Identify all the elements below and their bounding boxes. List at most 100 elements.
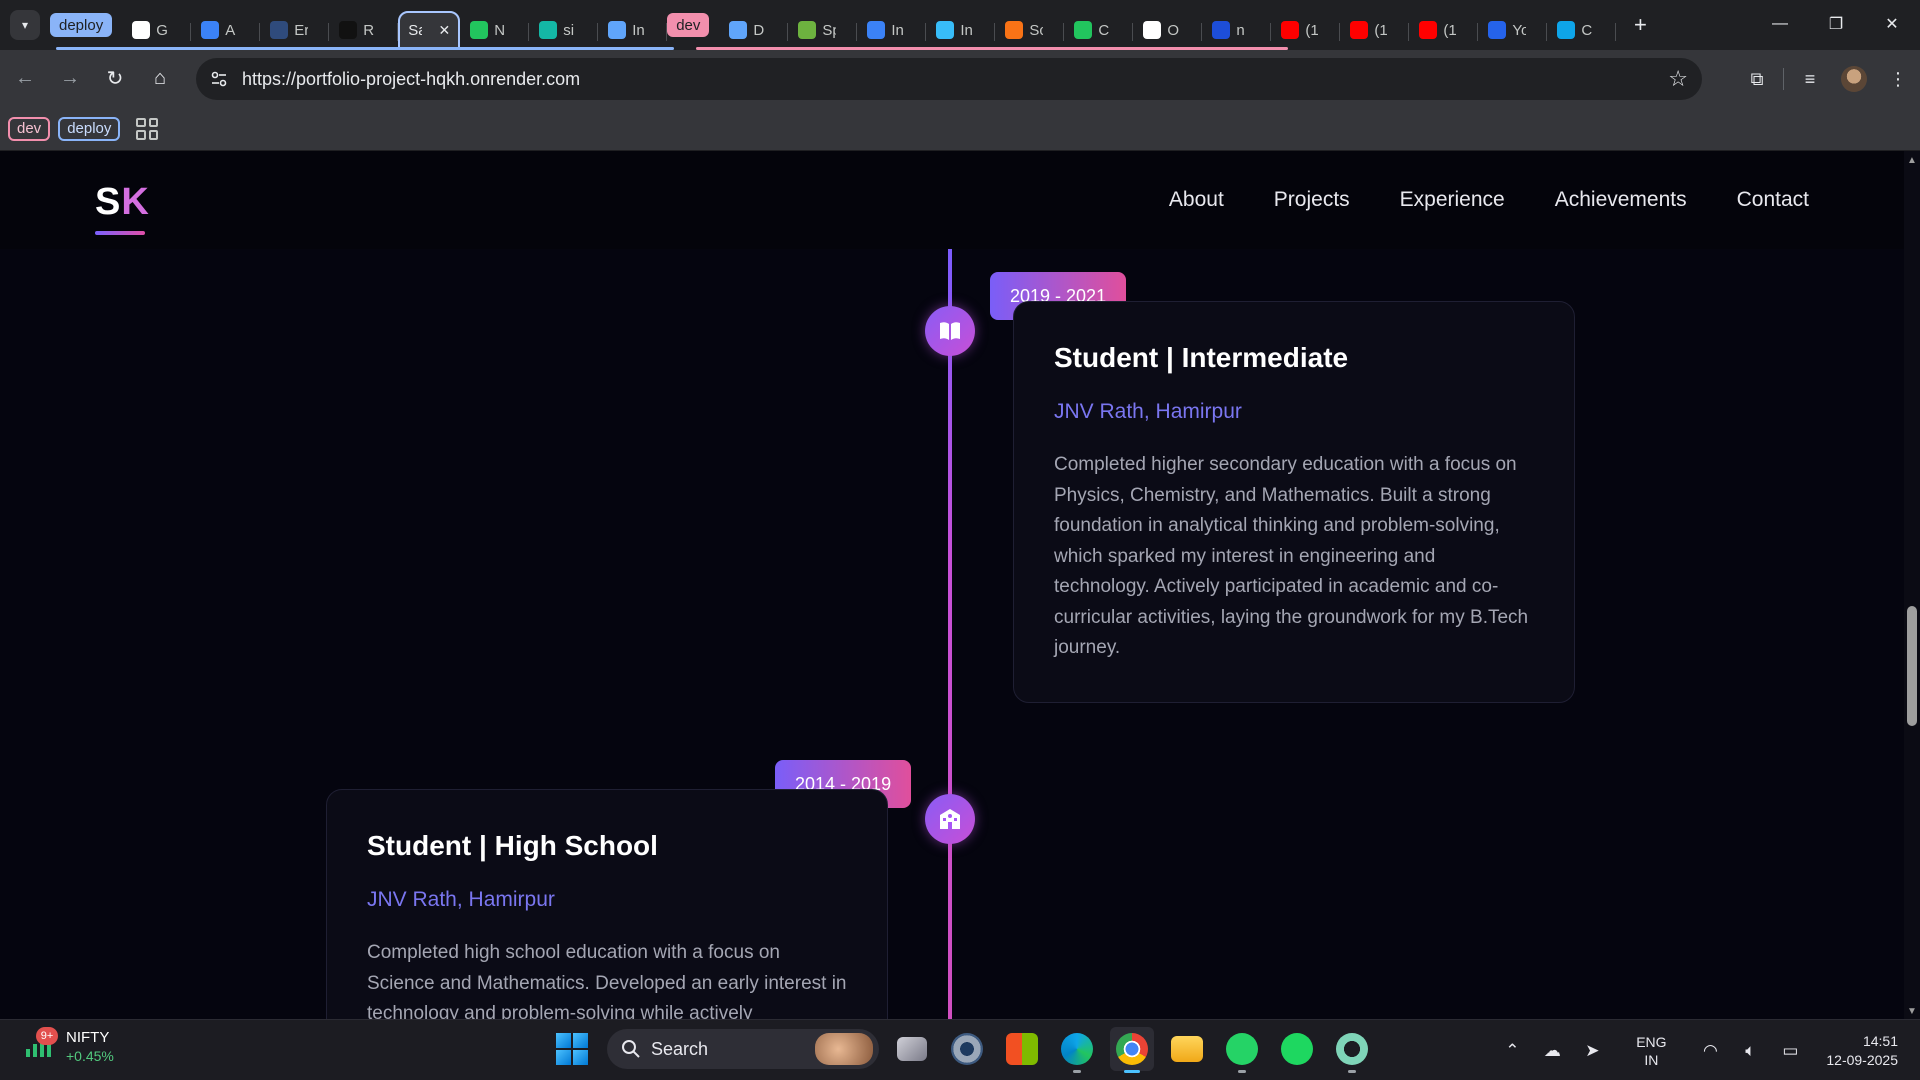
wifi-button[interactable]: ◠ <box>1690 1041 1730 1061</box>
chrome-app[interactable] <box>1110 1027 1154 1073</box>
tab[interactable]: D <box>719 11 789 49</box>
chatgpt-app[interactable] <box>1330 1027 1374 1073</box>
edge-icon <box>1061 1033 1093 1065</box>
tab-title: D <box>753 21 765 39</box>
tab[interactable]: C <box>1547 11 1617 49</box>
card-title: Student | Intermediate <box>1054 342 1349 373</box>
language-indicator[interactable]: ENG IN <box>1626 1033 1676 1069</box>
bookmark-star-icon[interactable]: ☆ <box>1668 66 1688 92</box>
tab-title: C <box>1098 21 1110 39</box>
close-tab-icon[interactable]: ✕ <box>438 22 450 39</box>
tab[interactable]: n <box>1202 11 1272 49</box>
nav-projects[interactable]: Projects <box>1274 188 1350 212</box>
page-scrollbar[interactable]: ▲ ▼ <box>1904 151 1920 1019</box>
settings-app[interactable] <box>945 1027 989 1071</box>
media-controls-button[interactable]: ≡ <box>1788 58 1832 100</box>
nav-experience[interactable]: Experience <box>1400 188 1505 212</box>
tab[interactable]: (1 <box>1409 11 1479 49</box>
notification-badge: 9+ <box>36 1027 58 1045</box>
tab[interactable]: In <box>926 11 996 49</box>
new-tab-button[interactable]: + <box>1626 11 1654 39</box>
canva-icon <box>1557 21 1576 39</box>
back-button[interactable]: ← <box>5 59 45 99</box>
tab-title: (1 <box>1374 21 1388 39</box>
tab[interactable]: N <box>460 11 530 49</box>
forward-button[interactable]: → <box>50 59 90 99</box>
apps-grid-icon[interactable] <box>136 117 159 140</box>
home-button[interactable]: ⌂ <box>140 59 180 99</box>
tab[interactable]: G <box>122 11 192 49</box>
tab[interactable]: C <box>1064 11 1134 49</box>
location-button[interactable]: ➤ <box>1572 1041 1612 1061</box>
youtube-icon <box>1281 21 1300 39</box>
bookmark-folder-deploy[interactable]: deploy <box>58 116 121 141</box>
tab-title: (1 <box>1443 21 1457 39</box>
nav-contact[interactable]: Contact <box>1737 188 1809 212</box>
taskbar-search[interactable]: Search <box>607 1029 879 1069</box>
clock[interactable]: 14:51 12-09-2025 <box>1826 1032 1898 1070</box>
tailwind-icon <box>936 21 955 39</box>
tab[interactable]: A <box>191 11 261 49</box>
stock-widget[interactable]: 9+ NIFTY +0.45% <box>24 1027 114 1066</box>
url-text[interactable]: https://portfolio-project-hqkh.onrender.… <box>242 69 580 90</box>
tab[interactable]: R <box>329 11 399 49</box>
site-logo[interactable]: SK <box>95 181 150 224</box>
scrollbar-thumb[interactable] <box>1907 606 1917 726</box>
bookmark-folder-dev[interactable]: dev <box>8 116 51 141</box>
tab[interactable]: In <box>857 11 927 49</box>
language-code: ENG <box>1636 1033 1667 1050</box>
menu-button[interactable]: ⋮ <box>1876 58 1920 100</box>
edge-app[interactable] <box>1055 1027 1099 1073</box>
tab-search-button[interactable]: ▾ <box>10 10 40 40</box>
chatgpt-icon <box>1336 1033 1368 1065</box>
start-button[interactable] <box>556 1033 588 1065</box>
location-arrow-icon: ➤ <box>1585 1040 1600 1060</box>
tab[interactable]: Er <box>260 11 330 49</box>
tab[interactable]: si <box>529 11 599 49</box>
wifi-icon: ◠ <box>1702 1040 1718 1060</box>
show-hidden-icons-button[interactable]: ⌃ <box>1492 1041 1532 1061</box>
clock-date: 12-09-2025 <box>1826 1051 1898 1068</box>
address-bar[interactable]: https://portfolio-project-hqkh.onrender.… <box>196 58 1702 100</box>
whatsapp-app[interactable] <box>1220 1027 1264 1073</box>
close-window-button[interactable]: ✕ <box>1864 0 1920 48</box>
restore-button[interactable]: ❐ <box>1808 0 1864 48</box>
tab-active[interactable]: Sa ✕ <box>398 11 461 49</box>
battery-button[interactable]: ▭ <box>1770 1041 1810 1061</box>
spotify-app[interactable] <box>1275 1027 1319 1071</box>
tab[interactable]: Yo <box>1478 11 1548 49</box>
tab[interactable]: O <box>1133 11 1203 49</box>
tab[interactable]: Sc <box>995 11 1065 49</box>
task-view-app[interactable] <box>890 1027 934 1071</box>
tab-title: Sp <box>822 21 836 39</box>
tab[interactable]: (1 <box>1340 11 1410 49</box>
tab[interactable]: In <box>598 11 668 49</box>
circle-icon <box>1143 21 1162 39</box>
mongodb-leaf-icon <box>1074 21 1093 39</box>
nav-about[interactable]: About <box>1169 188 1224 212</box>
profile-button[interactable] <box>1832 58 1876 100</box>
minimize-button[interactable]: — <box>1752 0 1808 48</box>
scroll-up-icon[interactable]: ▲ <box>1907 155 1917 166</box>
extensions-button[interactable]: ⧉ <box>1735 58 1779 100</box>
file-explorer-app[interactable] <box>1165 1027 1209 1071</box>
tab[interactable]: (1 <box>1271 11 1341 49</box>
onedrive-button[interactable]: ☁ <box>1532 1041 1572 1061</box>
store-app[interactable] <box>1000 1027 1044 1071</box>
scroll-down-icon[interactable]: ▼ <box>1907 1006 1917 1017</box>
volume-button[interactable]: 🔈︎ <box>1730 1041 1770 1061</box>
card-organization: JNV Rath, Hamirpur <box>367 888 555 911</box>
tab-group-dev[interactable]: dev <box>667 13 710 37</box>
whatsapp-icon <box>1226 1033 1258 1065</box>
window-controls: — ❐ ✕ <box>1752 0 1920 48</box>
tab-title: Yo <box>1512 21 1527 39</box>
tab[interactable]: Sp <box>788 11 858 49</box>
gear-icon <box>951 1033 983 1065</box>
dotnet-icon <box>729 21 748 39</box>
nav-achievements[interactable]: Achievements <box>1555 188 1687 212</box>
site-info-button[interactable] <box>204 64 234 94</box>
github-icon <box>132 21 151 39</box>
reload-button[interactable]: ↻ <box>95 59 135 99</box>
spotify-icon <box>1281 1033 1313 1065</box>
tab-group-deploy[interactable]: deploy <box>50 13 113 37</box>
